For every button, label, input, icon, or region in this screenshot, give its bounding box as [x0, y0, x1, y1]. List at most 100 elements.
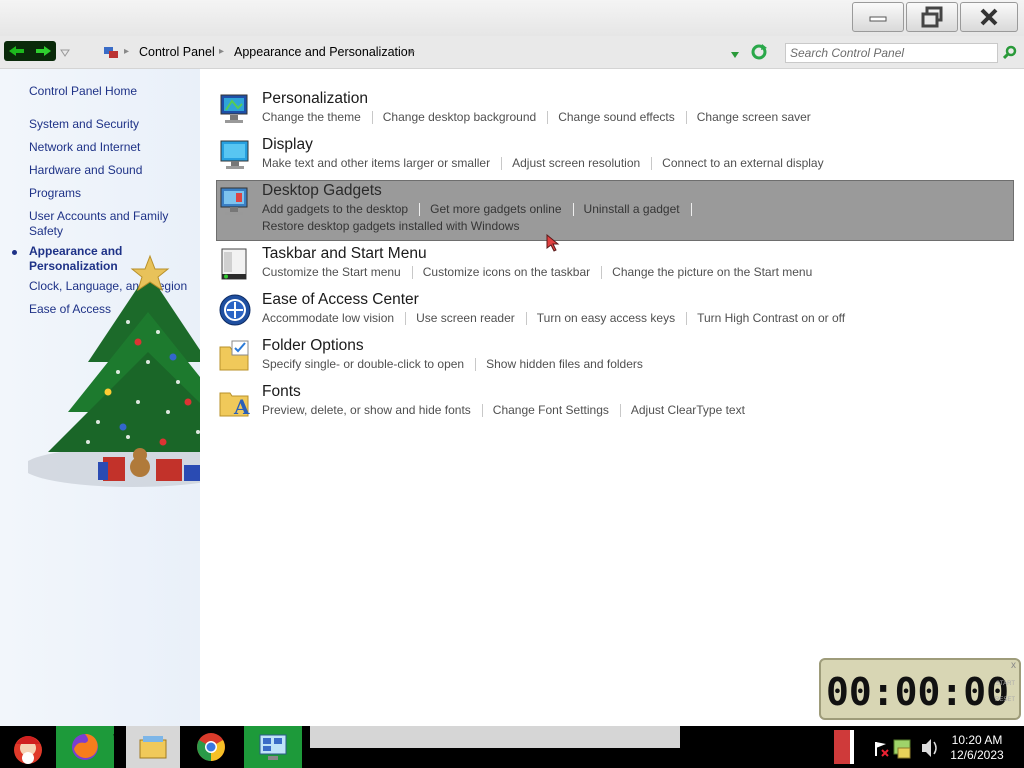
- santa-start-icon: [14, 736, 42, 764]
- breadcrumb-control-panel[interactable]: Control Panel: [139, 45, 215, 59]
- breadcrumb-separator: ▸: [219, 46, 225, 57]
- clock-date: 12/6/2023: [950, 748, 1004, 762]
- link-change-desktop-background[interactable]: Change desktop background: [383, 110, 536, 124]
- link-low-vision[interactable]: Accommodate low vision: [262, 311, 394, 325]
- back-button[interactable]: [7, 43, 27, 59]
- link-font-settings[interactable]: Change Font Settings: [493, 403, 609, 417]
- category-title[interactable]: Desktop Gadgets: [262, 182, 382, 200]
- stopwatch-start-button[interactable]: START: [996, 681, 1015, 687]
- link-adjust-resolution[interactable]: Adjust screen resolution: [512, 156, 640, 170]
- back-arrow-icon: [9, 46, 24, 56]
- category-links: Customize the Start menu Customize icons …: [262, 265, 812, 280]
- desktop-gadgets-icon: [220, 187, 248, 215]
- svg-text:A: A: [233, 395, 250, 419]
- link-separator: [572, 203, 574, 217]
- link-single-double-click[interactable]: Specify single- or double-click to open: [262, 357, 464, 371]
- link-separator: [685, 111, 687, 125]
- chevron-down-icon: [731, 52, 739, 58]
- category-title[interactable]: Display: [262, 136, 313, 154]
- category-title[interactable]: Taskbar and Start Menu: [262, 245, 427, 263]
- ease-of-access-icon: [219, 294, 251, 326]
- sidebar-item-programs[interactable]: Programs: [29, 186, 81, 201]
- search-icon: [1002, 45, 1017, 60]
- category-links: Make text and other items larger or smal…: [262, 156, 824, 171]
- link-text-size[interactable]: Make text and other items larger or smal…: [262, 156, 490, 170]
- sidebar-item-user-accounts[interactable]: User Accounts and Family Safety: [29, 209, 179, 239]
- link-change-screen-saver[interactable]: Change screen saver: [697, 110, 811, 124]
- link-separator: [371, 111, 373, 125]
- sidebar-item-hardware-sound[interactable]: Hardware and Sound: [29, 163, 142, 178]
- search-input[interactable]: Search Control Panel: [785, 43, 998, 63]
- control-panel-icon: [259, 734, 287, 760]
- link-separator: [481, 404, 483, 418]
- forward-button[interactable]: [33, 43, 53, 59]
- link-hidden-files[interactable]: Show hidden files and folders: [486, 357, 643, 371]
- link-customize-start[interactable]: Customize the Start menu: [262, 265, 401, 279]
- breadcrumb-separator: ▸: [410, 46, 416, 57]
- main-content: Personalization Change the theme Change d…: [200, 69, 1024, 726]
- category-title[interactable]: Personalization: [262, 90, 368, 108]
- mouse-cursor-icon: [546, 234, 560, 252]
- link-separator: [501, 157, 503, 171]
- link-external-display[interactable]: Connect to an external display: [662, 156, 823, 170]
- link-cleartype[interactable]: Adjust ClearType text: [631, 403, 745, 417]
- link-customize-taskbar-icons[interactable]: Customize icons on the taskbar: [423, 265, 590, 279]
- category-title[interactable]: Fonts: [262, 383, 301, 401]
- search-button[interactable]: [1002, 45, 1017, 62]
- link-high-contrast[interactable]: Turn High Contrast on or off: [697, 311, 845, 325]
- taskbar-clock[interactable]: 10:20 AM 12/6/2023: [946, 733, 1008, 763]
- window-controls: [850, 2, 1018, 32]
- taskbar-control-panel[interactable]: [244, 726, 302, 768]
- link-separator: [686, 312, 688, 326]
- close-button[interactable]: [960, 2, 1018, 32]
- restore-button[interactable]: [906, 2, 958, 32]
- category-links: Add gadgets to the desktop Get more gadge…: [262, 202, 702, 217]
- breadcrumb-appearance[interactable]: Appearance and Personalization: [234, 45, 415, 59]
- taskbar-start-icon: [221, 248, 247, 280]
- gadget-close-button[interactable]: x: [1011, 660, 1016, 671]
- start-button[interactable]: [0, 726, 56, 768]
- sidebar-item-system-security[interactable]: System and Security: [29, 117, 139, 132]
- link-separator: [601, 266, 603, 280]
- link-screen-reader[interactable]: Use screen reader: [416, 311, 515, 325]
- link-start-picture[interactable]: Change the picture on the Start menu: [612, 265, 812, 279]
- category-links: Specify single- or double-click to open S…: [262, 357, 643, 372]
- link-uninstall-gadget[interactable]: Uninstall a gadget: [584, 202, 680, 216]
- taskbar-overflow-strip: [310, 726, 680, 748]
- link-restore-gadgets[interactable]: Restore desktop gadgets installed with W…: [262, 219, 519, 233]
- link-separator: [405, 312, 407, 326]
- link-change-theme[interactable]: Change the theme: [262, 110, 361, 124]
- control-panel-icon: [104, 47, 118, 58]
- link-access-keys[interactable]: Turn on easy access keys: [537, 311, 675, 325]
- title-bar: [0, 0, 1024, 36]
- refresh-button[interactable]: [750, 43, 768, 64]
- link-change-sound-effects[interactable]: Change sound effects: [558, 110, 675, 124]
- taskbar-chrome[interactable]: [182, 726, 240, 768]
- current-page-bullet: [12, 250, 17, 255]
- control-panel-home-link[interactable]: Control Panel Home: [29, 84, 137, 99]
- link-add-gadgets[interactable]: Add gadgets to the desktop: [262, 202, 408, 216]
- link-separator: [525, 312, 527, 326]
- recent-pages-dropdown[interactable]: [60, 46, 70, 60]
- taskbar-explorer[interactable]: [126, 726, 180, 768]
- minimize-button[interactable]: [852, 2, 904, 32]
- nav-buttons: [4, 41, 56, 61]
- breadcrumb-separator: ▸: [124, 46, 130, 57]
- taskbar-firefox[interactable]: [56, 726, 114, 768]
- category-title[interactable]: Ease of Access Center: [262, 291, 419, 309]
- category-links: Change the theme Change desktop backgroun…: [262, 110, 811, 125]
- category-links: Accommodate low vision Use screen reader T…: [262, 311, 845, 326]
- close-icon: [980, 8, 998, 26]
- clock-time: 10:20 AM: [951, 733, 1003, 747]
- sidebar-item-network-internet[interactable]: Network and Internet: [29, 140, 140, 155]
- link-get-more-gadgets[interactable]: Get more gadgets online: [430, 202, 561, 216]
- chevron-down-icon: [60, 49, 70, 57]
- personalization-icon: [220, 94, 248, 123]
- stopwatch-reset-button[interactable]: RESET: [995, 697, 1015, 703]
- address-dropdown[interactable]: [730, 48, 740, 62]
- category-title[interactable]: Folder Options: [262, 337, 364, 355]
- link-separator: [690, 203, 692, 217]
- link-preview-fonts[interactable]: Preview, delete, or show and hide fonts: [262, 403, 471, 417]
- stopwatch-gadget[interactable]: 00:00:00 x START RESET: [819, 658, 1021, 720]
- restore-icon: [921, 6, 943, 28]
